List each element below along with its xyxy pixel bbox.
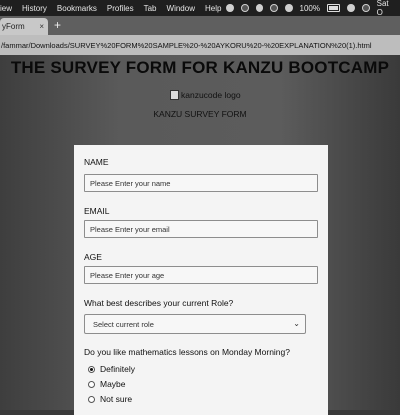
url-text[interactable]: /fammar/Downloads/SURVEY%20FORM%20SAMPLE… bbox=[0, 41, 372, 50]
page-title: THE SURVEY FORM FOR KANZU BOOTCAMP bbox=[10, 58, 390, 77]
wifi-icon[interactable] bbox=[284, 4, 293, 12]
name-label: NAME bbox=[84, 157, 109, 167]
screen-icon[interactable] bbox=[270, 4, 278, 12]
menu-view[interactable]: iew bbox=[0, 4, 17, 13]
radio-checked-icon[interactable] bbox=[88, 365, 95, 373]
logo-alt-text: kanzucode logo bbox=[181, 90, 241, 100]
age-input[interactable]: Please Enter your age bbox=[84, 266, 318, 284]
role-label: What best describes your current Role? bbox=[84, 298, 234, 308]
record-icon[interactable] bbox=[241, 4, 249, 12]
menu-help[interactable]: Help bbox=[200, 4, 226, 13]
radio-option-not-sure[interactable]: Not sure bbox=[88, 394, 132, 404]
role-select[interactable]: Select current role ⌄ bbox=[84, 314, 306, 334]
menu-bookmarks[interactable]: Bookmarks bbox=[52, 4, 102, 13]
chevron-down-icon: ⌄ bbox=[293, 319, 300, 328]
age-label: AGE bbox=[84, 252, 102, 262]
web-page: THE SURVEY FORM FOR KANZU BOOTCAMP kanzu… bbox=[0, 55, 400, 415]
status-icons: 100% Sat O bbox=[226, 0, 400, 17]
shazam-icon[interactable] bbox=[255, 4, 264, 12]
browser-tab[interactable]: yForm × bbox=[0, 18, 48, 35]
battery-icon[interactable] bbox=[327, 4, 341, 12]
radio-icon[interactable] bbox=[88, 395, 95, 403]
close-icon[interactable]: × bbox=[39, 22, 44, 31]
survey-form: NAME Please Enter your name EMAIL Please… bbox=[74, 145, 328, 415]
role-select-value: Select current role bbox=[93, 319, 154, 329]
name-input[interactable]: Please Enter your name bbox=[84, 174, 318, 192]
math-question-label: Do you like mathematics lessons on Monda… bbox=[84, 347, 290, 357]
mac-menubar: iew History Bookmarks Profiles Tab Windo… bbox=[0, 0, 400, 17]
menu-window[interactable]: Window bbox=[162, 4, 200, 13]
control-center-icon[interactable] bbox=[361, 4, 370, 12]
email-label: EMAIL bbox=[84, 206, 110, 216]
radio-label: Not sure bbox=[100, 394, 133, 404]
dropbox-icon[interactable] bbox=[226, 4, 234, 12]
browser-tabstrip: yForm × + bbox=[0, 16, 400, 35]
clock[interactable]: Sat O bbox=[377, 0, 396, 17]
tab-title: yForm bbox=[2, 22, 25, 31]
radio-option-definitely[interactable]: Definitely bbox=[88, 364, 135, 374]
radio-option-maybe[interactable]: Maybe bbox=[88, 379, 126, 389]
email-input[interactable]: Please Enter your email bbox=[84, 220, 318, 238]
search-icon[interactable] bbox=[347, 4, 355, 12]
menu-profiles[interactable]: Profiles bbox=[102, 4, 139, 13]
address-bar[interactable]: /fammar/Downloads/SURVEY%20FORM%20SAMPLE… bbox=[0, 35, 400, 55]
menu-history[interactable]: History bbox=[17, 4, 52, 13]
radio-label: Maybe bbox=[100, 379, 126, 389]
battery-percent: 100% bbox=[299, 3, 320, 13]
menu-tab[interactable]: Tab bbox=[139, 4, 162, 13]
radio-icon[interactable] bbox=[88, 380, 95, 388]
radio-label: Definitely bbox=[100, 364, 135, 374]
logo: kanzucode logo bbox=[170, 90, 241, 100]
new-tab-icon[interactable]: + bbox=[54, 18, 61, 32]
broken-image-icon bbox=[170, 90, 179, 100]
page-subtitle: KANZU SURVEY FORM bbox=[153, 109, 247, 119]
